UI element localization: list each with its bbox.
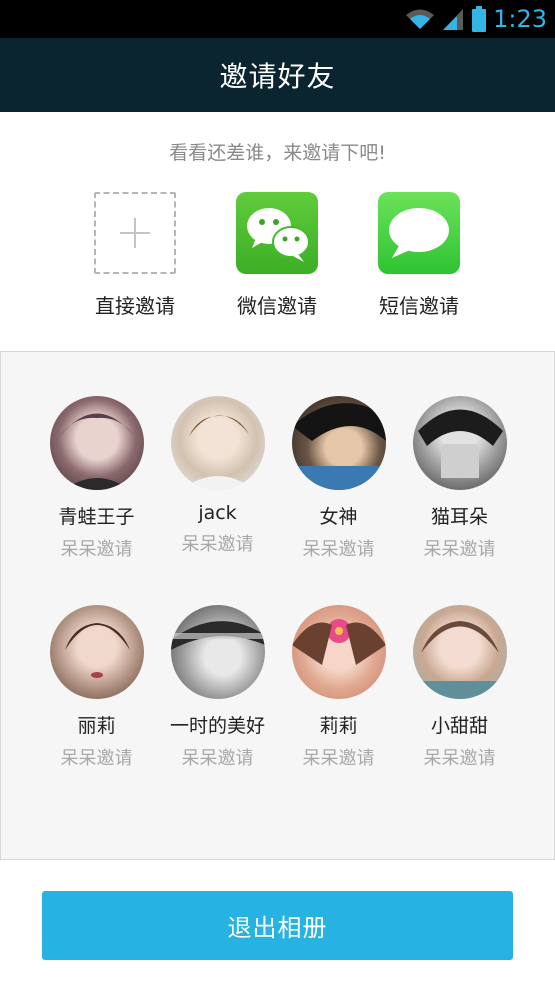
sms-invite-label: 短信邀请 [379,294,459,318]
friend-status: 呆呆邀请 [302,748,375,769]
avatar [291,396,386,490]
direct-invite-label: 直接邀请 [95,294,175,318]
wechat-invite-button[interactable]: 微信邀请 [207,192,347,319]
plus-icon [94,192,176,274]
message-bubble-icon [378,192,460,274]
avatar [49,396,144,490]
wechat-icon [236,192,318,274]
friend-name: 莉莉 [319,715,358,737]
avatar [412,605,507,699]
avatar [170,396,265,490]
invite-hint: 看看还差谁，来邀请下吧! [169,142,386,164]
friend-item[interactable]: 丽莉 呆呆邀请 [36,605,157,770]
friend-status: 呆呆邀请 [181,534,254,555]
avatar [291,605,386,699]
friend-status: 呆呆邀请 [423,539,496,560]
status-bar: 1:23 [0,0,555,38]
signal-icon [443,9,464,30]
friend-status: 呆呆邀请 [302,539,375,560]
status-icons: 1:23 [405,5,547,33]
friend-name: 女神 [319,506,358,528]
friend-name: 一时的美好 [169,715,265,737]
friend-name: 猫耳朵 [430,506,488,528]
invite-panel: 看看还差谁，来邀请下吧! 直接邀请 微信邀请 短信邀请 [0,112,555,352]
friend-name: 丽莉 [77,715,116,737]
wechat-invite-label: 微信邀请 [237,294,317,318]
friend-item[interactable]: 女神 呆呆邀请 [278,396,399,561]
friend-item[interactable]: jack 呆呆邀请 [157,396,278,556]
exit-album-button[interactable]: 退出相册 [42,891,513,960]
friend-status: 呆呆邀请 [60,539,133,560]
sms-invite-button[interactable]: 短信邀请 [349,192,489,319]
friend-status: 呆呆邀请 [423,748,496,769]
friend-status: 呆呆邀请 [181,748,254,769]
status-time: 1:23 [493,5,547,33]
avatar [412,396,507,490]
friend-item[interactable]: 猫耳朵 呆呆邀请 [399,396,520,561]
page-title: 邀请好友 [219,60,336,93]
app-header: 邀请好友 [0,38,555,112]
battery-icon [472,6,487,32]
friend-item[interactable]: 莉莉 呆呆邀请 [278,605,399,770]
friends-grid: 青蛙王子 呆呆邀请 jack 呆呆邀请 女神 呆呆邀请 猫耳朵 呆呆邀请 丽莉 … [0,352,555,860]
friend-item[interactable]: 青蛙王子 呆呆邀请 [36,396,157,561]
avatar [49,605,144,699]
direct-invite-button[interactable]: 直接邀请 [65,192,205,319]
friend-name: 青蛙王子 [58,506,135,528]
friend-name: jack [198,502,237,524]
bottom-area: 退出相册 [0,860,555,988]
avatar [170,605,265,699]
friend-item[interactable]: 一时的美好 呆呆邀请 [157,605,278,770]
friend-item[interactable]: 小甜甜 呆呆邀请 [399,605,520,770]
friend-status: 呆呆邀请 [60,748,133,769]
wifi-icon [406,9,435,29]
friend-name: 小甜甜 [430,715,488,737]
